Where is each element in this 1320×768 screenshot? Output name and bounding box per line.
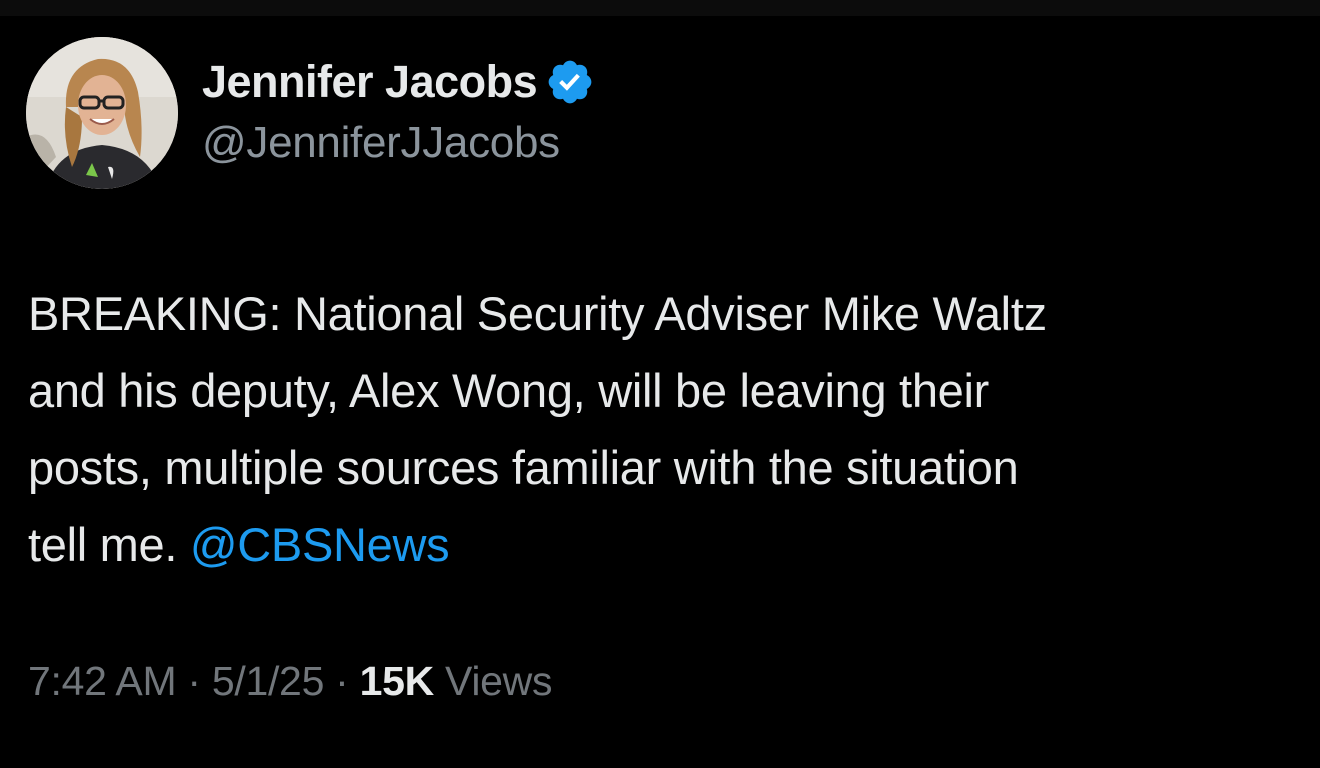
meta-separator: · <box>335 658 349 704</box>
tweet-card: Jennifer Jacobs @JenniferJJacobs BREAKIN… <box>0 0 1320 768</box>
tweet-line: posts, multiple sources familiar with th… <box>28 441 1019 494</box>
display-name-row: Jennifer Jacobs <box>202 56 595 108</box>
tweet-text: BREAKING: National Security Adviser Mike… <box>28 275 1298 583</box>
views-count[interactable]: 15K <box>360 658 435 704</box>
tweet-line: tell me. <box>28 518 190 571</box>
meta-separator: · <box>187 658 201 704</box>
display-name[interactable]: Jennifer Jacobs <box>202 56 538 108</box>
views-label[interactable]: Views <box>445 658 552 704</box>
tweet-line: BREAKING: National Security Adviser Mike… <box>28 287 1047 340</box>
mention-link[interactable]: @CBSNews <box>190 518 450 571</box>
author-header: Jennifer Jacobs @JenniferJJacobs <box>202 56 595 168</box>
timestamp-date[interactable]: 5/1/25 <box>212 658 325 704</box>
avatar[interactable] <box>26 37 178 189</box>
timestamp-time[interactable]: 7:42 AM <box>28 658 177 704</box>
tweet-last-line: tell me. @CBSNews <box>28 506 1298 583</box>
verified-badge-icon[interactable] <box>545 57 595 107</box>
handle[interactable]: @JenniferJJacobs <box>202 118 595 168</box>
tweet-meta: 7:42 AM · 5/1/25 · 15K Views <box>28 658 552 705</box>
tweet-line: and his deputy, Alex Wong, will be leavi… <box>28 364 989 417</box>
